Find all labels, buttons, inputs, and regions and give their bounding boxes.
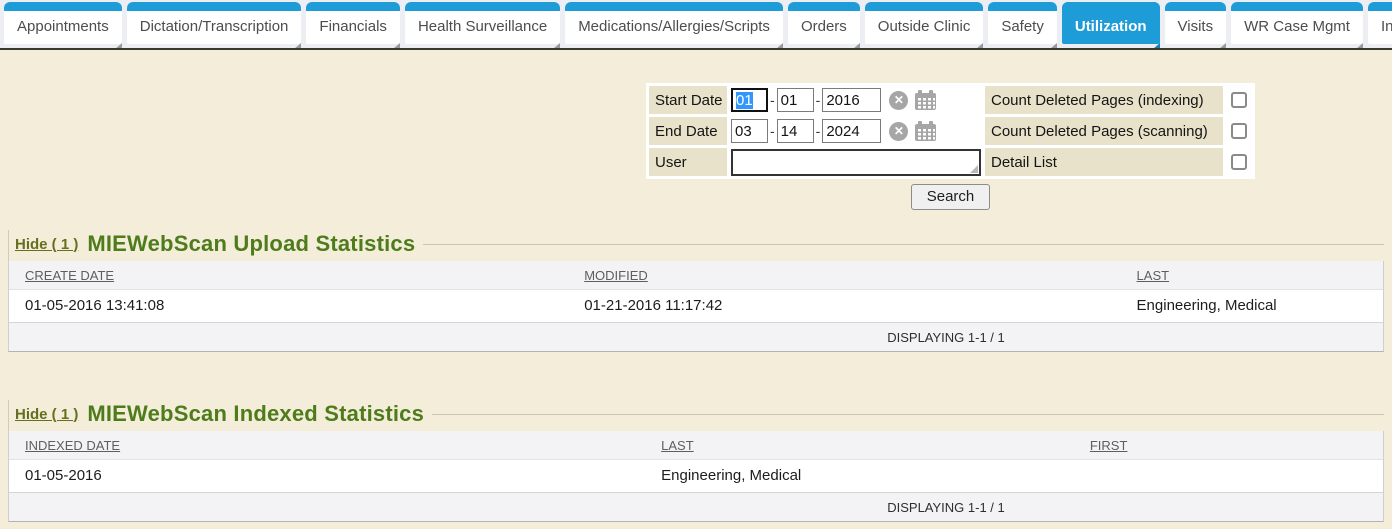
column-header-first[interactable]: FIRST (1074, 431, 1383, 459)
count-deleted-scanning-label: Count Deleted Pages (scanning) (985, 117, 1223, 145)
hide-link[interactable]: Hide ( 1 ) (15, 236, 78, 253)
search-form: Start Date 01 - 01 - 2016 ✕ (646, 83, 1255, 210)
tab-label: Safety (988, 11, 1057, 44)
tab-health-surveillance[interactable]: Health Surveillance (405, 2, 560, 44)
tab-label: Health Surveillance (405, 11, 560, 44)
table-cell: Engineering, Medical (1121, 290, 1383, 322)
table-cell: 01-05-2016 (9, 460, 645, 492)
tab-visits[interactable]: Visits (1165, 2, 1227, 44)
tab-label: Medications/Allergies/Scripts (565, 11, 783, 44)
tab-medications-allergies-scripts[interactable]: Medications/Allergies/Scripts (565, 2, 783, 44)
tab-label: Visits (1165, 11, 1227, 44)
clear-date-icon[interactable]: ✕ (889, 91, 908, 110)
tab-label: Utilization (1062, 11, 1160, 44)
tab-accent-bar (306, 2, 400, 11)
section-rule (432, 414, 1384, 415)
end-date-inputs: 03 - 14 - 2024 ✕ (730, 117, 982, 145)
utilization-page: Start Date 01 - 01 - 2016 ✕ (0, 50, 1392, 529)
tab-accent-bar (788, 2, 860, 11)
end-date-label: End Date (649, 117, 727, 145)
start-year-input[interactable]: 2016 (822, 88, 881, 112)
tab-dictation-transcription[interactable]: Dictation/Transcription (127, 2, 302, 44)
search-button[interactable]: Search (911, 184, 991, 210)
table-row: 01-05-2016 13:41:0801-21-2016 11:17:42En… (9, 290, 1383, 323)
calendar-icon[interactable] (914, 121, 937, 142)
tab-outside-clinic[interactable]: Outside Clinic (865, 2, 984, 44)
tab-orders[interactable]: Orders (788, 2, 860, 44)
hide-link[interactable]: Hide ( 1 ) (15, 406, 78, 423)
column-header-indexed-date[interactable]: INDEXED DATE (9, 431, 645, 459)
end-month-input[interactable]: 03 (731, 119, 768, 143)
table-cell: 01-21-2016 11:17:42 (568, 290, 1120, 322)
paging-status: DISPLAYING 1-1 / 1 (9, 323, 1383, 351)
tab-label: Industrial Hygiene (1368, 11, 1392, 44)
date-separator: - (770, 123, 775, 139)
start-month-input[interactable]: 01 (731, 88, 768, 112)
tab-accent-bar (1165, 2, 1227, 11)
tab-accent-bar (127, 2, 302, 11)
date-separator: - (816, 123, 821, 139)
tab-safety[interactable]: Safety (988, 2, 1057, 44)
tab-label: Dictation/Transcription (127, 11, 302, 44)
tab-appointments[interactable]: Appointments (4, 2, 122, 44)
indexed-statistics-section: Hide ( 1 ) MIEWebScan Indexed Statistics… (8, 400, 1384, 522)
paging-status: DISPLAYING 1-1 / 1 (9, 493, 1383, 521)
tab-accent-bar (988, 2, 1057, 11)
detail-list-label: Detail List (985, 148, 1223, 176)
user-label: User (649, 148, 727, 176)
count-deleted-indexing-label: Count Deleted Pages (indexing) (985, 86, 1223, 114)
user-input[interactable] (731, 149, 981, 176)
tab-label: Outside Clinic (865, 11, 984, 44)
end-day-input[interactable]: 14 (777, 119, 814, 143)
table-cell (1074, 460, 1383, 492)
section-title: MIEWebScan Upload Statistics (87, 231, 415, 257)
table-row: 01-05-2016Engineering, Medical (9, 460, 1383, 493)
tab-accent-bar (565, 2, 783, 11)
column-header-modified[interactable]: MODIFIED (568, 261, 1120, 289)
column-header-last[interactable]: LAST (645, 431, 1074, 459)
start-date-inputs: 01 - 01 - 2016 ✕ (730, 86, 982, 114)
start-date-label: Start Date (649, 86, 727, 114)
tab-accent-bar (4, 2, 122, 11)
tab-label: Appointments (4, 11, 122, 44)
indexed-statistics-table: INDEXED DATELASTFIRST01-05-2016Engineeri… (8, 431, 1384, 522)
tab-utilization[interactable]: Utilization (1062, 2, 1160, 44)
tab-accent-bar (1062, 2, 1160, 11)
date-separator: - (816, 92, 821, 108)
calendar-icon[interactable] (914, 90, 937, 111)
tab-accent-bar (1231, 2, 1363, 11)
section-rule (423, 244, 1384, 245)
date-separator: - (770, 92, 775, 108)
end-year-input[interactable]: 2024 (822, 119, 881, 143)
column-header-last[interactable]: LAST (1121, 261, 1383, 289)
tab-industrial-hygiene[interactable]: Industrial Hygiene (1368, 2, 1392, 44)
tab-label: Financials (306, 11, 400, 44)
user-input-wrap (731, 149, 981, 176)
clear-date-icon[interactable]: ✕ (889, 122, 908, 141)
table-cell: Engineering, Medical (645, 460, 1074, 492)
start-day-input[interactable]: 01 (777, 88, 814, 112)
tab-wr-case-mgmt[interactable]: WR Case Mgmt (1231, 2, 1363, 44)
tab-accent-bar (865, 2, 984, 11)
count-deleted-scanning-checkbox[interactable] (1231, 123, 1247, 139)
tab-label: WR Case Mgmt (1231, 11, 1363, 44)
section-title: MIEWebScan Indexed Statistics (87, 401, 424, 427)
column-header-create-date[interactable]: CREATE DATE (9, 261, 568, 289)
tab-accent-bar (1368, 2, 1392, 11)
count-deleted-indexing-checkbox[interactable] (1231, 92, 1247, 108)
tab-label: Orders (788, 11, 860, 44)
tab-accent-bar (405, 2, 560, 11)
detail-list-checkbox[interactable] (1231, 154, 1247, 170)
tab-financials[interactable]: Financials (306, 2, 400, 44)
upload-statistics-table: CREATE DATEMODIFIEDLAST01-05-2016 13:41:… (8, 261, 1384, 352)
tab-bar: AppointmentsDictation/TranscriptionFinan… (0, 0, 1392, 48)
table-cell: 01-05-2016 13:41:08 (9, 290, 568, 322)
